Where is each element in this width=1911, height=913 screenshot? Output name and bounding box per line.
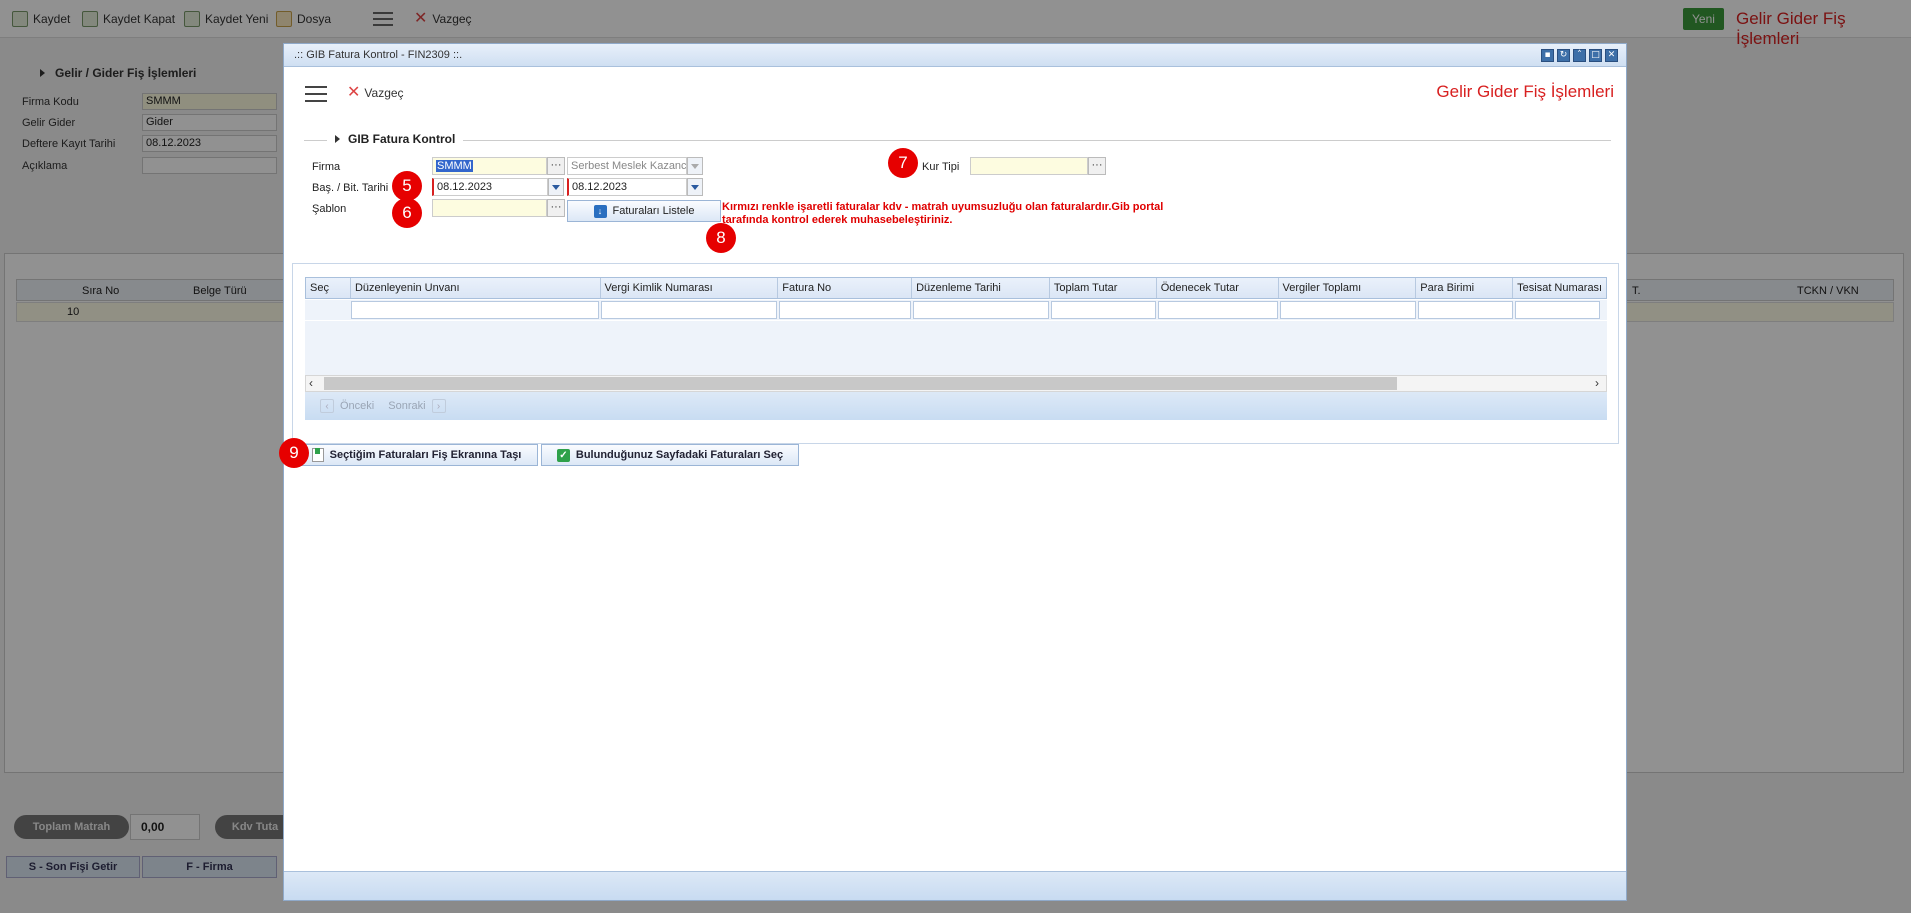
- fieldset-legend: GIB Fatura Kontrol: [327, 132, 464, 146]
- filter-tesisat-no[interactable]: [1515, 301, 1600, 319]
- download-icon: ↓: [593, 204, 607, 218]
- end-date-input[interactable]: 08.12.2023: [567, 178, 687, 196]
- invoice-grid-body: [305, 321, 1607, 375]
- date-range-label: Baş. / Bit. Tarihi: [312, 182, 389, 194]
- modal-header-title: Gelir Gider Fiş İşlemleri: [1436, 82, 1614, 101]
- col-odenecek-tutar[interactable]: Ödenecek Tutar: [1157, 278, 1279, 298]
- sablon-lookup-button[interactable]: ···: [547, 199, 565, 217]
- filter-vkn[interactable]: [601, 301, 777, 319]
- col-vergiler-toplami[interactable]: Vergiler Toplamı: [1279, 278, 1417, 298]
- check-icon: ✓: [556, 448, 570, 462]
- scrollbar-thumb[interactable]: [324, 377, 1397, 390]
- select-page-invoices-button[interactable]: ✓ Bulunduğunuz Sayfadaki Faturaları Seç: [541, 444, 799, 466]
- end-date-dropdown-icon[interactable]: [687, 178, 703, 196]
- sablon-input[interactable]: [432, 199, 547, 217]
- invoice-grid-header: Seç Düzenleyenin Unvanı Vergi Kimlik Num…: [305, 277, 1607, 299]
- step-marker-6: 6: [392, 198, 422, 228]
- col-vkn[interactable]: Vergi Kimlik Numarası: [601, 278, 779, 298]
- firma-type-dropdown-icon[interactable]: [687, 157, 703, 175]
- collapse-icon[interactable]: ˄: [1573, 49, 1586, 62]
- start-date-dropdown-icon[interactable]: [548, 178, 564, 196]
- close-window-icon[interactable]: ✕: [1605, 49, 1618, 62]
- modal-toolbar: [284, 68, 1626, 120]
- grid-pager: ‹ Önceki Sonraki ›: [305, 392, 1607, 420]
- col-duzenleme-tarihi[interactable]: Düzenleme Tarihi: [912, 278, 1050, 298]
- prev-page-icon[interactable]: ‹: [320, 399, 334, 413]
- window-titlebar: .:: GIB Fatura Kontrol - FIN2309 ::.: [284, 44, 1626, 67]
- fieldset-divider: [304, 140, 1611, 141]
- filter-fatura-no[interactable]: [779, 301, 911, 319]
- firma-type-select[interactable]: Serbest Meslek Kazancı: [567, 157, 687, 175]
- firma-label: Firma: [312, 161, 341, 173]
- filter-para-birimi[interactable]: [1418, 301, 1513, 319]
- warning-message: Kırmızı renkle işaretli faturalar kdv - …: [722, 201, 1164, 226]
- col-duzenleyen[interactable]: Düzenleyenin Unvanı: [351, 278, 601, 298]
- step-marker-7: 7: [888, 148, 918, 178]
- kur-tipi-lookup-button[interactable]: ···: [1088, 157, 1106, 175]
- export-icon: [311, 448, 324, 462]
- invoice-grid-filter-row: [305, 300, 1607, 320]
- collapse-arrow-icon[interactable]: [335, 135, 340, 143]
- firma-input[interactable]: SMMM: [432, 157, 547, 175]
- step-marker-9: 9: [279, 438, 309, 468]
- firma-value: SMMM: [436, 160, 473, 172]
- prev-page-label[interactable]: Önceki: [340, 400, 374, 412]
- next-page-label[interactable]: Sonraki: [388, 400, 425, 412]
- start-date-input[interactable]: 08.12.2023: [432, 178, 548, 196]
- gib-fatura-kontrol-window: .:: GIB Fatura Kontrol - FIN2309 ::. ▪ ↻…: [283, 43, 1627, 901]
- window-title: .:: GIB Fatura Kontrol - FIN2309 ::.: [294, 49, 463, 61]
- kur-tipi-label: Kur Tipi: [922, 161, 960, 173]
- step-marker-8: 8: [706, 223, 736, 253]
- hamburger-menu-icon[interactable]: [305, 86, 327, 102]
- filter-duzenleyen[interactable]: [351, 301, 599, 319]
- col-toplam-tutar[interactable]: Toplam Tutar: [1050, 278, 1157, 298]
- cancel-x-icon: ✕: [347, 84, 361, 101]
- firma-lookup-button[interactable]: ···: [547, 157, 565, 175]
- scroll-left-icon[interactable]: ‹: [309, 376, 313, 390]
- col-fatura-no[interactable]: Fatura No: [778, 278, 913, 298]
- filter-duzenleme-tarihi[interactable]: [913, 301, 1049, 319]
- list-invoices-button[interactable]: ↓ Faturaları Listele: [567, 200, 721, 222]
- move-invoices-button[interactable]: Seçtiğim Faturaları Fiş Ekranına Taşı: [295, 444, 538, 466]
- modal-footer: [284, 871, 1626, 900]
- refresh-icon[interactable]: ↻: [1557, 49, 1570, 62]
- kur-tipi-input[interactable]: [970, 157, 1088, 175]
- filter-odenecek-tutar[interactable]: [1158, 301, 1278, 319]
- next-page-icon[interactable]: ›: [431, 399, 446, 413]
- filter-vergiler-toplami[interactable]: [1280, 301, 1416, 319]
- maximize-icon[interactable]: □: [1589, 49, 1602, 62]
- pin-icon[interactable]: ▪: [1541, 49, 1554, 62]
- sablon-label: Şablon: [312, 203, 347, 215]
- scroll-right-icon[interactable]: ›: [1595, 376, 1599, 390]
- filter-toplam-tutar[interactable]: [1051, 301, 1156, 319]
- col-tesisat-no[interactable]: Tesisat Numarası: [1513, 278, 1606, 298]
- col-para-birimi[interactable]: Para Birimi: [1416, 278, 1514, 298]
- filter-sec: [305, 300, 350, 320]
- modal-cancel-button[interactable]: ✕ Vazgeç: [347, 85, 404, 101]
- step-marker-5: 5: [392, 171, 422, 201]
- col-sec[interactable]: Seç: [306, 278, 351, 298]
